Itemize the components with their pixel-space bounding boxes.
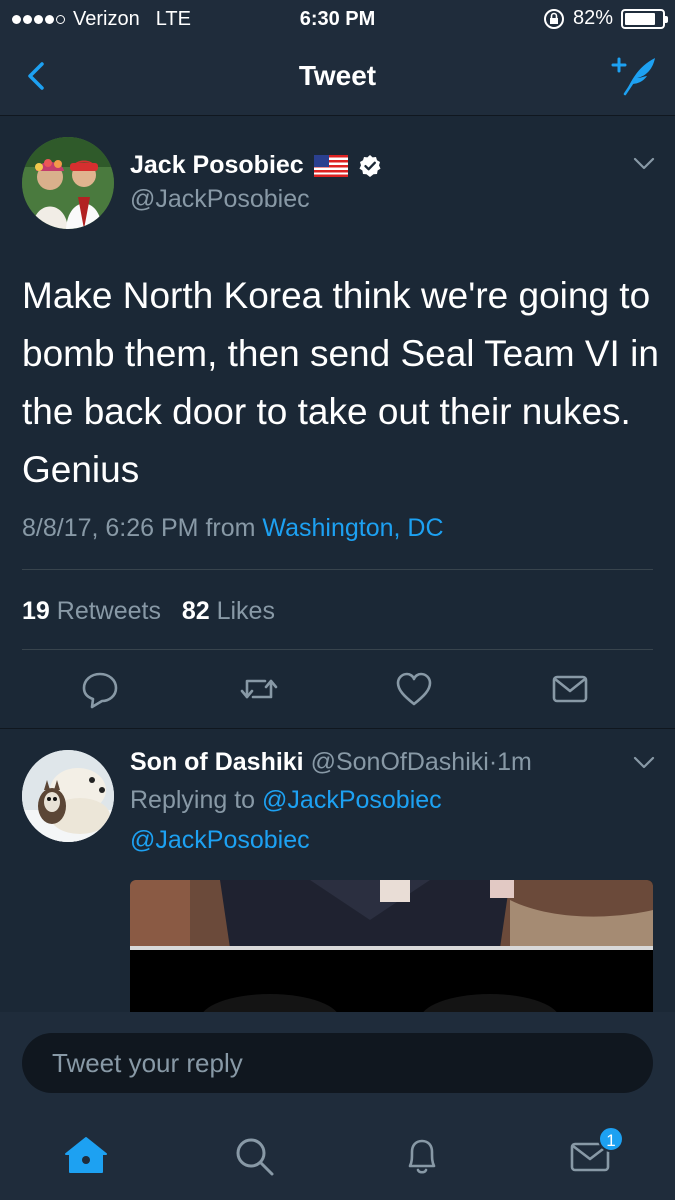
reply-header: Son of Dashiki @SonOfDashiki·1m [130,748,532,777]
tweet-actions [0,667,675,711]
likes-count: 82 [181,597,210,625]
verified-badge-icon [359,154,381,177]
reply-mention-link[interactable]: @JackPosobiec [130,826,310,855]
reply-time: 1m [497,748,532,776]
avatar[interactable] [22,137,114,229]
author-name-text: Jack Posobiec [130,151,304,179]
divider [22,569,653,570]
reply-bar [0,1012,675,1110]
tweet-stats: 19 Retweets 82 Likes [22,597,275,626]
compose-tweet-icon[interactable] [611,54,659,98]
tweet-date: 8/8/17, 6:26 PM [22,514,199,542]
retweets-count: 19 [22,597,50,625]
reply-icon[interactable] [78,667,122,711]
search-icon[interactable] [230,1132,278,1180]
chevron-down-icon[interactable] [633,157,655,171]
author-name[interactable]: Jack Posobiec [130,151,382,180]
heart-icon[interactable] [392,667,436,711]
avatar-photo [22,750,114,842]
tweet-location-link[interactable]: Washington, DC [262,514,443,542]
avatar-photo [22,137,114,229]
battery-icon [621,8,668,29]
tweet-text: Make North Korea think we're going to bo… [22,275,659,490]
retweet-icon[interactable] [237,667,281,711]
rotation-lock-icon [543,8,564,29]
direct-message-icon[interactable] [548,667,592,711]
battery-percent: 82% [572,7,613,29]
reply-tweet[interactable]: Son of Dashiki @SonOfDashiki·1m Replying… [0,730,675,1012]
avatar[interactable] [22,750,114,842]
media-photo [130,880,653,1012]
us-flag-icon [313,154,348,177]
status-bar: Verizon LTE 6:30 PM 82% [0,0,675,38]
replying-to: Replying to @JackPosobiec [130,786,442,815]
nav-bar: Tweet [0,38,675,116]
replying-to-link[interactable]: @JackPosobiec [262,786,442,814]
battery-fill [625,12,655,25]
reply-author-handle[interactable]: @SonOfDashiki [311,748,489,776]
replying-label: Replying to [130,786,256,814]
home-icon[interactable] [62,1132,110,1180]
retweets-stat[interactable]: 19 Retweets [22,597,161,625]
likes-stat[interactable]: 82 Likes [182,597,275,625]
separator-dot: · [488,748,498,776]
divider [22,649,653,650]
reply-input[interactable] [22,1033,653,1093]
chevron-down-icon[interactable] [633,756,655,770]
likes-label: Likes [216,597,275,625]
main-tweet: Jack Posobiec @JackPosobiec Make North K… [0,117,675,729]
from-label: from [205,514,256,542]
author-handle[interactable]: @JackPosobiec [130,185,310,214]
tweet-meta: 8/8/17, 6:26 PM from Washington, DC [22,514,444,543]
page-title: Tweet [298,60,377,91]
notifications-icon[interactable] [398,1132,446,1180]
battery-area: 82% [543,7,668,30]
messages-badge: 1 [598,1126,624,1152]
reply-author-name[interactable]: Son of Dashiki [130,748,304,776]
retweets-label: Retweets [56,597,161,625]
reply-media-image[interactable] [130,880,653,1012]
tab-bar [0,1110,675,1200]
